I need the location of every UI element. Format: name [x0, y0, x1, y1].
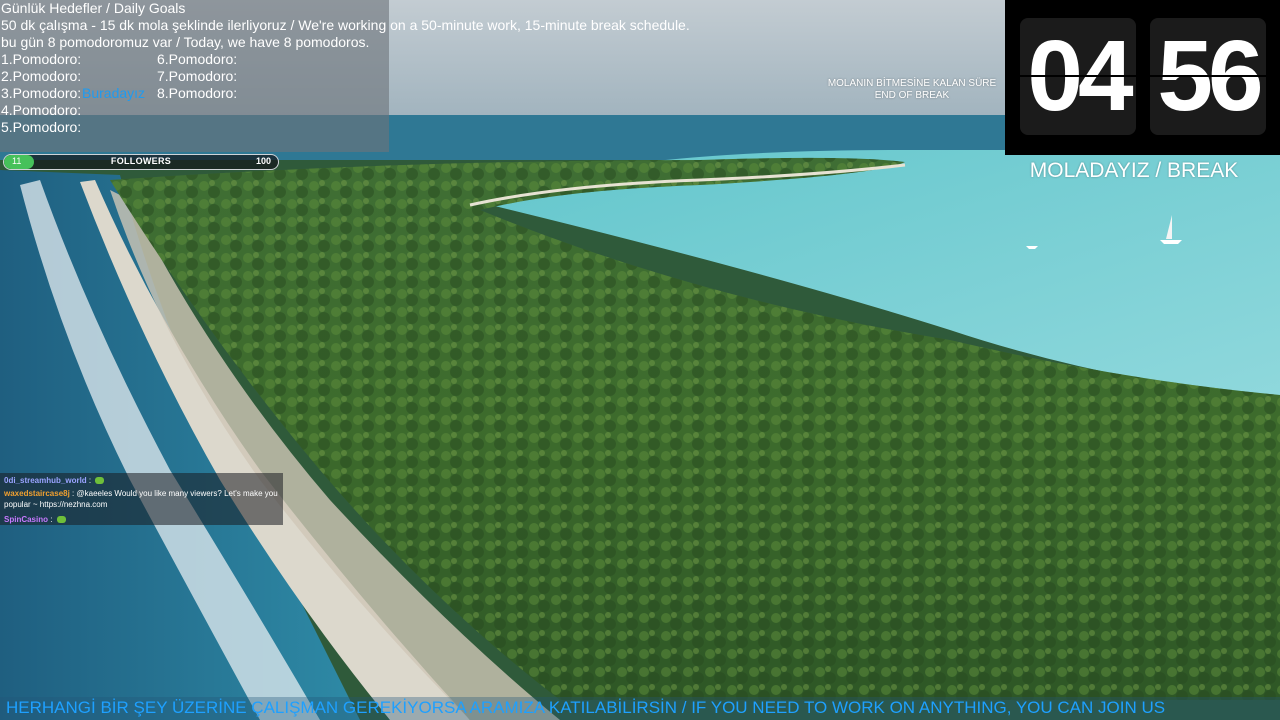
chat-message: SpinCasino :: [4, 514, 66, 525]
followers-label: FOLLOWERS: [110, 156, 172, 166]
break-remaining-caption: MOLANIN BİTMESİNE KALAN SÜRE END OF BREA…: [818, 78, 1006, 102]
chat-username: waxedstaircase8j: [4, 489, 70, 498]
followers-goal-count: 100: [255, 156, 271, 166]
flip-split-line: [1150, 75, 1266, 77]
chat-text: @kaeeles Would you like many viewers? Le…: [76, 489, 278, 498]
timer-minutes-card: 04: [1020, 18, 1136, 135]
pomodoro-4: 4.Pomodoro:: [1, 102, 82, 118]
chat-separator: :: [86, 476, 94, 485]
timer-status: MOLADAYIZ / BREAK: [1029, 159, 1239, 182]
ticker-text: HERHANGİ BİR ŞEY ÜZERİNE ÇALIŞMAN GEREKİ…: [6, 698, 1166, 717]
followers-goal-bar: 11 FOLLOWERS 100: [3, 154, 279, 170]
break-caption-turkish: MOLANIN BİTMESİNE KALAN SÜRE: [827, 78, 997, 89]
chat-separator: :: [48, 515, 55, 524]
timer-seconds-card: 56: [1150, 18, 1266, 135]
flip-split-line: [1020, 75, 1136, 77]
chat-text: popular ~ https://nezhna.com: [4, 500, 108, 509]
chat-username: SpinCasino: [4, 515, 49, 524]
chat-overlay: 0di_streamhub_world : waxedstaircase8j :…: [0, 473, 283, 525]
chat-message-continued: popular ~ https://nezhna.com: [4, 499, 107, 510]
frog-emote-icon: [56, 516, 66, 524]
break-caption-english: END OF BREAK: [874, 90, 950, 101]
pomodoro-6: 6.Pomodoro:: [157, 51, 238, 67]
chat-separator: :: [69, 489, 77, 498]
flip-clock-timer: 04 56: [1005, 0, 1280, 155]
chat-username: 0di_streamhub_world: [4, 476, 87, 485]
pomodoro-7: 7.Pomodoro:: [157, 68, 238, 84]
chat-message: 0di_streamhub_world :: [4, 475, 105, 486]
scrolling-ticker: HERHANGİ BİR ŞEY ÜZERİNE ÇALIŞMAN GEREKİ…: [0, 697, 1280, 720]
pomodoro-1: 1.Pomodoro:: [1, 51, 82, 67]
current-pomodoro-marker: Buradayız: [82, 85, 146, 101]
pomodoro-2: 2.Pomodoro:: [1, 68, 82, 84]
frog-emote-icon: [95, 477, 105, 485]
goals-title: Günlük Hedefler / Daily Goals: [1, 0, 186, 16]
goals-schedule: 50 dk çalışma - 15 dk mola şeklinde iler…: [1, 17, 690, 33]
pomodoro-8: 8.Pomodoro:: [157, 85, 238, 101]
goals-today: bu gün 8 pomodoromuz var / Today, we hav…: [1, 34, 370, 50]
pomodoro-3: 3.Pomodoro:: [1, 85, 82, 101]
chat-message: waxedstaircase8j : @kaeeles Would you li…: [4, 488, 278, 499]
daily-goals-panel: Günlük Hedefler / Daily Goals 50 dk çalı…: [0, 0, 690, 152]
pomodoro-5: 5.Pomodoro:: [1, 119, 82, 135]
